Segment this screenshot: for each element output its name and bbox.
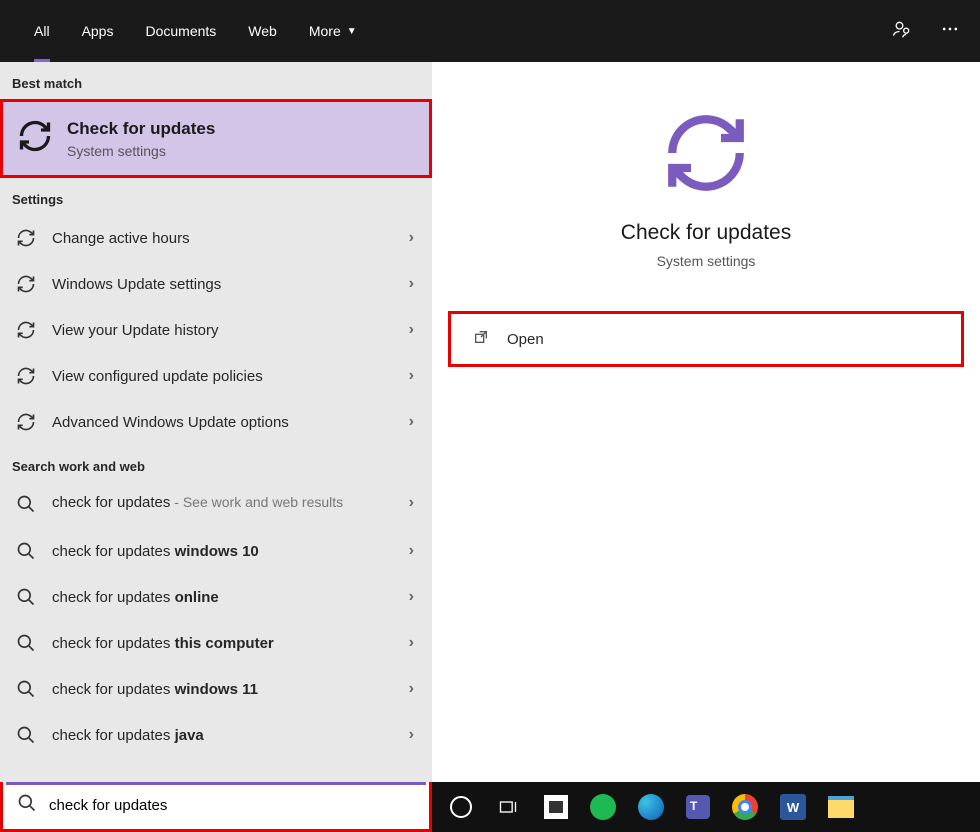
refresh-icon xyxy=(14,274,38,294)
spotify-icon[interactable] xyxy=(590,794,616,820)
bestmatch-subtitle: System settings xyxy=(67,143,215,159)
chevron-right-icon: › xyxy=(409,321,414,339)
settings-item-update-settings[interactable]: Windows Update settings › xyxy=(0,261,432,307)
chevron-right-icon: › xyxy=(409,588,414,606)
item-label: check for updates online xyxy=(52,589,418,606)
settings-item-update-policies[interactable]: View configured update policies › xyxy=(0,353,432,399)
chevron-right-icon: › xyxy=(409,542,414,560)
teams-icon[interactable] xyxy=(686,795,710,819)
item-label: View your Update history xyxy=(52,322,418,339)
explorer-icon[interactable] xyxy=(828,796,854,818)
web-item-this-computer[interactable]: check for updates this computer › xyxy=(0,620,432,666)
group-bestmatch-label: Best match xyxy=(0,62,432,99)
bestmatch-item[interactable]: Check for updates System settings xyxy=(0,99,432,178)
open-external-icon xyxy=(473,329,489,349)
refresh-icon xyxy=(14,366,38,386)
search-input[interactable] xyxy=(49,797,415,814)
search-icon xyxy=(14,725,38,745)
item-label: check for updates windows 11 xyxy=(52,681,418,698)
search-icon xyxy=(14,633,38,653)
taskview-icon[interactable] xyxy=(494,793,522,821)
open-action[interactable]: Open xyxy=(448,311,964,367)
preview-title: Check for updates xyxy=(621,221,791,245)
group-searchweb-label: Search work and web xyxy=(0,445,432,482)
chevron-right-icon: › xyxy=(409,680,414,698)
chevron-right-icon: › xyxy=(409,634,414,652)
tab-apps[interactable]: Apps xyxy=(66,0,130,62)
chevron-right-icon: › xyxy=(409,413,414,431)
web-item-see-results[interactable]: check for updates - See work and web res… xyxy=(0,482,432,528)
web-item-windows10[interactable]: check for updates windows 10 › xyxy=(0,528,432,574)
refresh-icon xyxy=(14,320,38,340)
item-label: check for updates windows 10 xyxy=(52,543,418,560)
item-label: Change active hours xyxy=(52,230,418,247)
results-panel: Best match Check for updates System sett… xyxy=(0,62,432,782)
open-label: Open xyxy=(507,331,544,348)
item-label: Windows Update settings xyxy=(52,276,418,293)
word-icon[interactable]: W xyxy=(780,794,806,820)
item-label: View configured update policies xyxy=(52,368,418,385)
chevron-right-icon: › xyxy=(409,726,414,744)
preview-subtitle: System settings xyxy=(657,253,756,269)
tab-more[interactable]: More▼ xyxy=(293,0,373,62)
search-icon xyxy=(14,494,38,514)
search-icon xyxy=(14,679,38,699)
update-hero-icon xyxy=(661,108,751,203)
item-label: Advanced Windows Update options xyxy=(52,414,418,431)
tab-web[interactable]: Web xyxy=(232,0,293,62)
web-item-java[interactable]: check for updates java › xyxy=(0,712,432,758)
chevron-right-icon: › xyxy=(409,494,414,512)
scope-tabs: All Apps Documents Web More▼ xyxy=(0,0,373,62)
web-item-windows11[interactable]: check for updates windows 11 › xyxy=(0,666,432,712)
refresh-icon xyxy=(14,412,38,432)
search-box[interactable] xyxy=(0,782,432,832)
item-label: check for updates java xyxy=(52,727,418,744)
edge-icon[interactable] xyxy=(638,794,664,820)
chevron-right-icon: › xyxy=(409,367,414,385)
search-icon xyxy=(17,793,37,818)
store-icon[interactable] xyxy=(544,795,568,819)
taskbar: W xyxy=(432,782,980,832)
item-label: check for updates - See work and web res… xyxy=(52,494,418,511)
search-icon xyxy=(14,541,38,561)
feedback-icon[interactable] xyxy=(892,19,912,44)
settings-item-active-hours[interactable]: Change active hours › xyxy=(0,215,432,261)
item-label: check for updates this computer xyxy=(52,635,418,652)
settings-item-advanced-update[interactable]: Advanced Windows Update options › xyxy=(0,399,432,445)
group-settings-label: Settings xyxy=(0,178,432,215)
preview-panel: Check for updates System settings Open xyxy=(432,62,980,782)
search-icon xyxy=(14,587,38,607)
chevron-right-icon: › xyxy=(409,275,414,293)
more-options-icon[interactable] xyxy=(940,19,960,44)
web-item-online[interactable]: check for updates online › xyxy=(0,574,432,620)
top-tabs-bar: All Apps Documents Web More▼ xyxy=(0,0,980,62)
chrome-icon[interactable] xyxy=(732,794,758,820)
update-icon xyxy=(17,118,53,159)
tab-documents[interactable]: Documents xyxy=(129,0,232,62)
settings-item-update-history[interactable]: View your Update history › xyxy=(0,307,432,353)
refresh-icon xyxy=(14,228,38,248)
tab-all[interactable]: All xyxy=(18,0,66,62)
chevron-right-icon: › xyxy=(409,229,414,247)
bestmatch-title: Check for updates xyxy=(67,119,215,139)
cortana-icon[interactable] xyxy=(450,796,472,818)
